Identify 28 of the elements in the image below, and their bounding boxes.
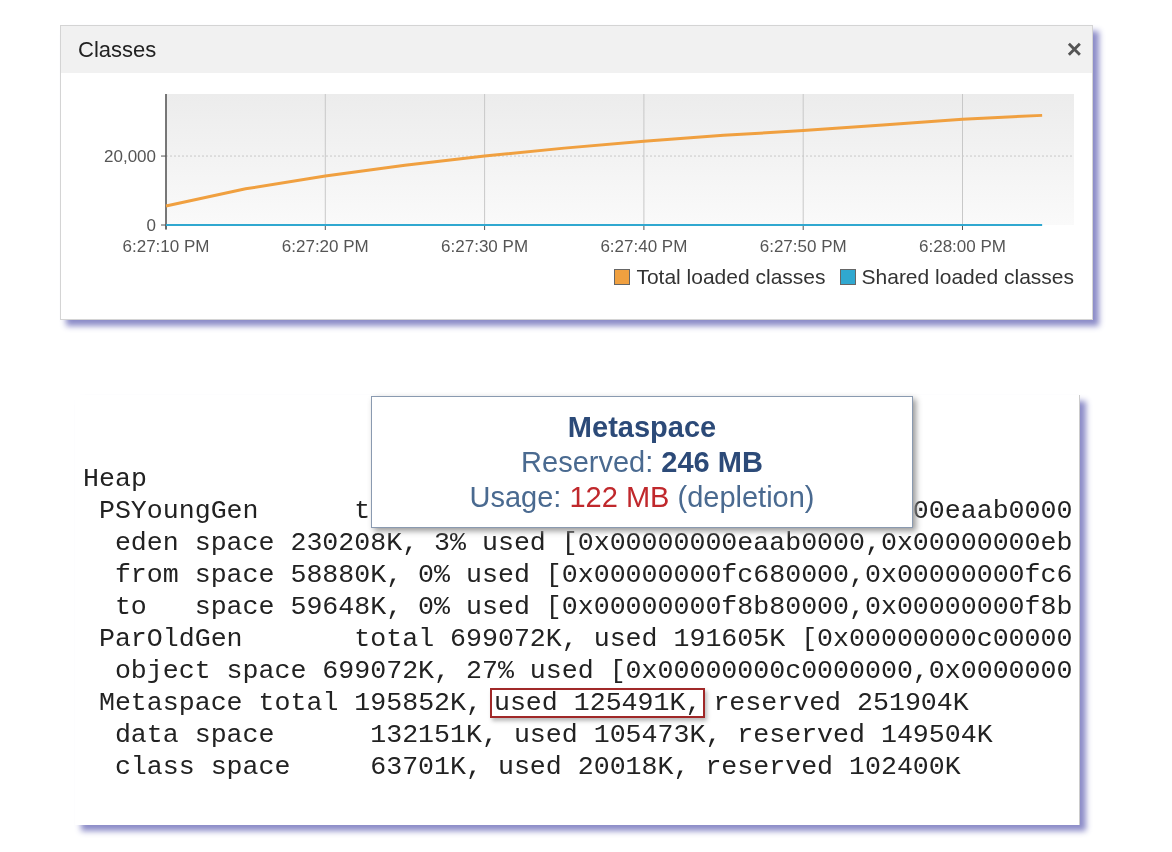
code-text: Metaspace total 195852K, <box>98 688 482 718</box>
panel-title: Classes <box>78 36 157 63</box>
code-text: class space 63701K, used 20018K, reserved 102400K <box>114 752 961 782</box>
code-text: from space 58880K, 0% used [0x00000000fc680000,0x00000000fc6 <box>114 560 1073 590</box>
code-text: PSYoungGen t <box>98 496 371 526</box>
legend-label: Shared loaded classes <box>861 265 1074 289</box>
x-tick-label: 6:27:50 PM <box>759 237 847 256</box>
code-text: ParOldGen total 699072K, used 191605K [0x00000000c00000 <box>98 624 1073 654</box>
tooltip-line: Usage: 122 MB (depletion) <box>469 480 815 514</box>
tooltip-line: Reserved: 246 MB <box>521 445 763 479</box>
x-tick-label: 6:28:00 PM <box>919 237 1006 256</box>
x-tick-label: 6:27:10 PM <box>122 237 210 256</box>
code-text: object space 699072K, 27% used [0x00000000c0000000,0x0000000 <box>114 656 1073 686</box>
code-text: data space 132151K, used 105473K, reserved 149504K <box>114 720 993 750</box>
x-tick-label: 6:27:40 PM <box>600 237 688 256</box>
code-text: reserved 251904K <box>713 688 969 718</box>
legend-label: Total loaded classes <box>636 265 826 289</box>
close-button[interactable]: × <box>1066 34 1082 65</box>
code-text: 00eaab0000 <box>912 496 1073 526</box>
y-tick-label: 0 <box>146 216 156 235</box>
x-tick-label: 6:27:20 PM <box>281 237 369 256</box>
code-text: Heap <box>83 464 147 494</box>
y-tick-label: 20,000 <box>104 147 156 167</box>
tooltip-title: Metaspace <box>567 410 717 444</box>
highlighted-text: used 125491K, <box>489 688 706 718</box>
x-tick-label: 6:27:30 PM <box>441 237 529 256</box>
code-text: eden space 230208K, 3% used [0x00000000eaab0000,0x00000000eb <box>114 528 1073 558</box>
code-text: to space 59648K, 0% used [0x00000000f8b80000,0x00000000f8b <box>114 592 1073 622</box>
